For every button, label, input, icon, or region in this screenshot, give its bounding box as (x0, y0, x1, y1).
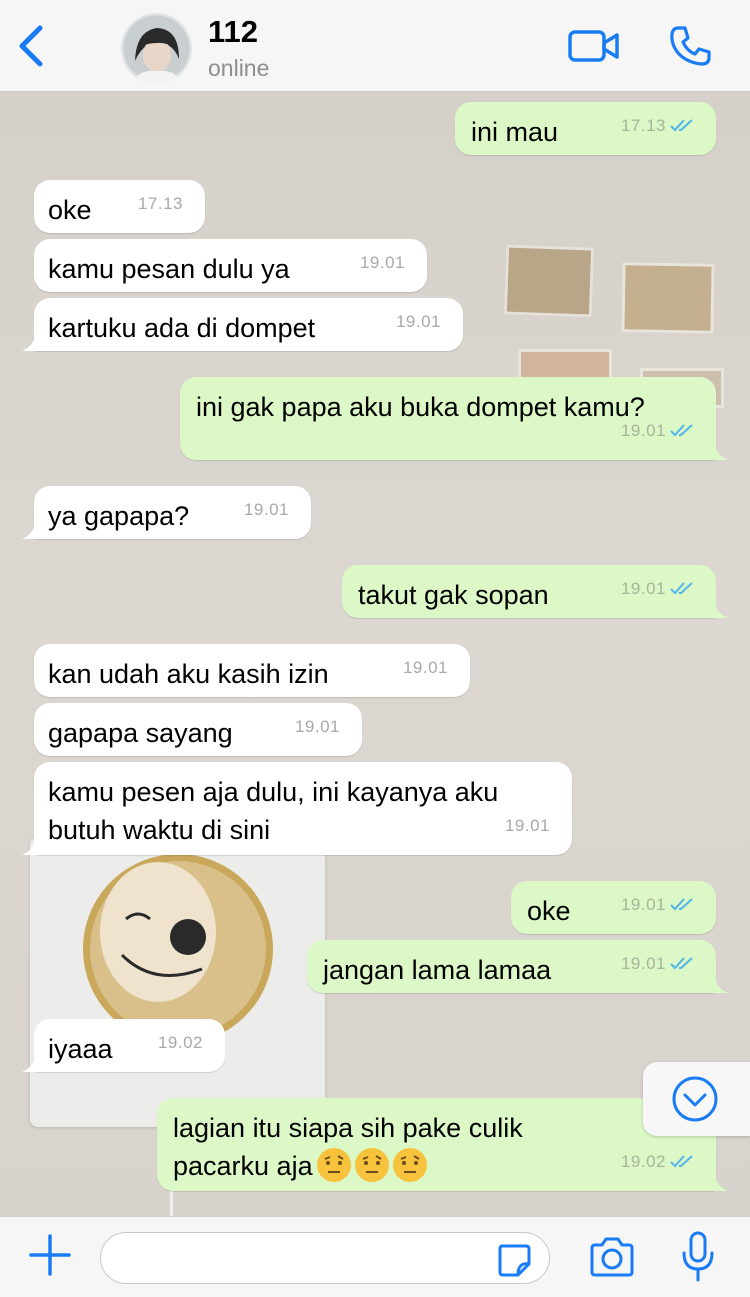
plus-icon[interactable] (28, 1233, 72, 1277)
message-time: 19.01 (621, 570, 696, 608)
message-bubble-outgoing[interactable]: jangan lama lamaa 19.01 (307, 940, 728, 993)
bubble-tail (706, 971, 728, 993)
scroll-to-bottom-button[interactable] (643, 1062, 750, 1136)
message-bubble-incoming[interactable]: oke 17.13 (34, 180, 205, 233)
message-text-line-1: kamu pesen aja dulu, ini kayanya aku (48, 777, 499, 807)
message-text: gapapa sayang (48, 718, 233, 748)
message-text: ini mau (471, 117, 559, 147)
double-check-icon (670, 582, 693, 595)
message-time: 17.13 (137, 194, 183, 213)
wallpaper-photo-2 (621, 262, 715, 334)
message-bubble-outgoing[interactable]: lagian itu siapa sih pake culik pacarku … (157, 1098, 728, 1191)
message-time: 19.01 (504, 816, 550, 835)
message-bubble-incoming[interactable]: kan udah aku kasih izin 19.01 (34, 644, 470, 697)
message-bubble-outgoing[interactable]: ini gak papa aku buka dompet kamu? 19.01 (180, 377, 728, 460)
message-text-line-2: butuh waktu di sini (48, 815, 271, 845)
raised-eyebrow-emoji-icon (392, 1148, 427, 1182)
message-bubble-incoming[interactable]: kartuku ada di dompet 19.01 (22, 298, 463, 351)
bubble-tail (706, 1169, 728, 1191)
message-time: 19.01 (621, 412, 696, 450)
camera-icon[interactable] (588, 1236, 636, 1278)
bubble-tail (22, 1050, 44, 1072)
message-bubble-incoming[interactable]: iyaaa 19.02 (22, 1019, 225, 1072)
message-input[interactable] (100, 1232, 550, 1284)
bubble-tail (706, 596, 728, 618)
video-call-icon[interactable] (568, 26, 620, 66)
message-text: ini gak papa aku buka dompet kamu? (196, 392, 645, 422)
message-text: iyaaa (48, 1034, 113, 1064)
message-time: 19.01 (621, 886, 696, 924)
message-bubble-outgoing[interactable]: ini mau 17.13 (455, 102, 716, 155)
message-text: oke (48, 195, 92, 225)
message-bubble-incoming[interactable]: kamu pesen aja dulu, ini kayanya aku but… (22, 762, 572, 855)
double-check-icon (670, 957, 693, 970)
message-time: 19.01 (395, 312, 441, 331)
wallpaper-cd-player (30, 837, 325, 1127)
double-check-icon (670, 1155, 693, 1168)
double-check-icon (670, 119, 693, 132)
message-bubble-outgoing[interactable]: oke 19.01 (511, 881, 716, 934)
message-time: 19.01 (294, 717, 340, 736)
message-time: 19.01 (243, 500, 289, 519)
chat-area[interactable]: ini mau 17.13 oke 17.13 kamu pesan dulu … (0, 92, 750, 1216)
bubble-tail (22, 329, 44, 351)
chevron-down-circle-icon (672, 1076, 718, 1122)
composer-bar (0, 1216, 750, 1297)
message-text: oke (527, 896, 571, 926)
message-bubble-incoming[interactable]: gapapa sayang 19.01 (34, 703, 362, 756)
chat-header: 112 online (0, 0, 750, 92)
double-check-icon (670, 424, 693, 437)
message-bubble-incoming[interactable]: ya gapapa? 19.01 (22, 486, 311, 539)
message-time: 19.02 (621, 1143, 696, 1181)
message-time: 19.02 (157, 1033, 203, 1052)
message-time: 19.01 (402, 658, 448, 677)
raised-eyebrow-emoji-icon (316, 1148, 351, 1182)
message-text: jangan lama lamaa (323, 955, 552, 985)
message-text: kamu pesan dulu ya (48, 254, 290, 284)
phone-icon[interactable] (668, 24, 712, 68)
chevron-left-icon[interactable] (14, 24, 48, 68)
contact-status: online (208, 55, 270, 81)
bubble-tail (22, 833, 44, 855)
message-text: kartuku ada di dompet (48, 313, 316, 343)
avatar[interactable] (121, 13, 192, 84)
double-check-icon (670, 898, 693, 911)
message-text: takut gak sopan (358, 580, 549, 610)
message-text: kan udah aku kasih izin (48, 659, 329, 689)
bubble-tail (22, 517, 44, 539)
raised-eyebrow-emoji-icon (354, 1148, 389, 1182)
contact-name[interactable]: 112 (208, 14, 258, 50)
message-text: ya gapapa? (48, 501, 190, 531)
microphone-icon[interactable] (680, 1231, 716, 1283)
bubble-tail (706, 438, 728, 460)
message-time: 19.01 (621, 945, 696, 983)
sticker-icon[interactable] (496, 1242, 532, 1278)
message-bubble-incoming[interactable]: kamu pesan dulu ya 19.01 (34, 239, 427, 292)
message-time: 17.13 (621, 107, 696, 145)
message-bubble-outgoing[interactable]: takut gak sopan 19.01 (342, 565, 728, 618)
message-text-line-1: lagian itu siapa sih pake culik (173, 1113, 523, 1143)
message-time: 19.01 (359, 253, 405, 272)
wallpaper-photo-1 (503, 244, 595, 318)
